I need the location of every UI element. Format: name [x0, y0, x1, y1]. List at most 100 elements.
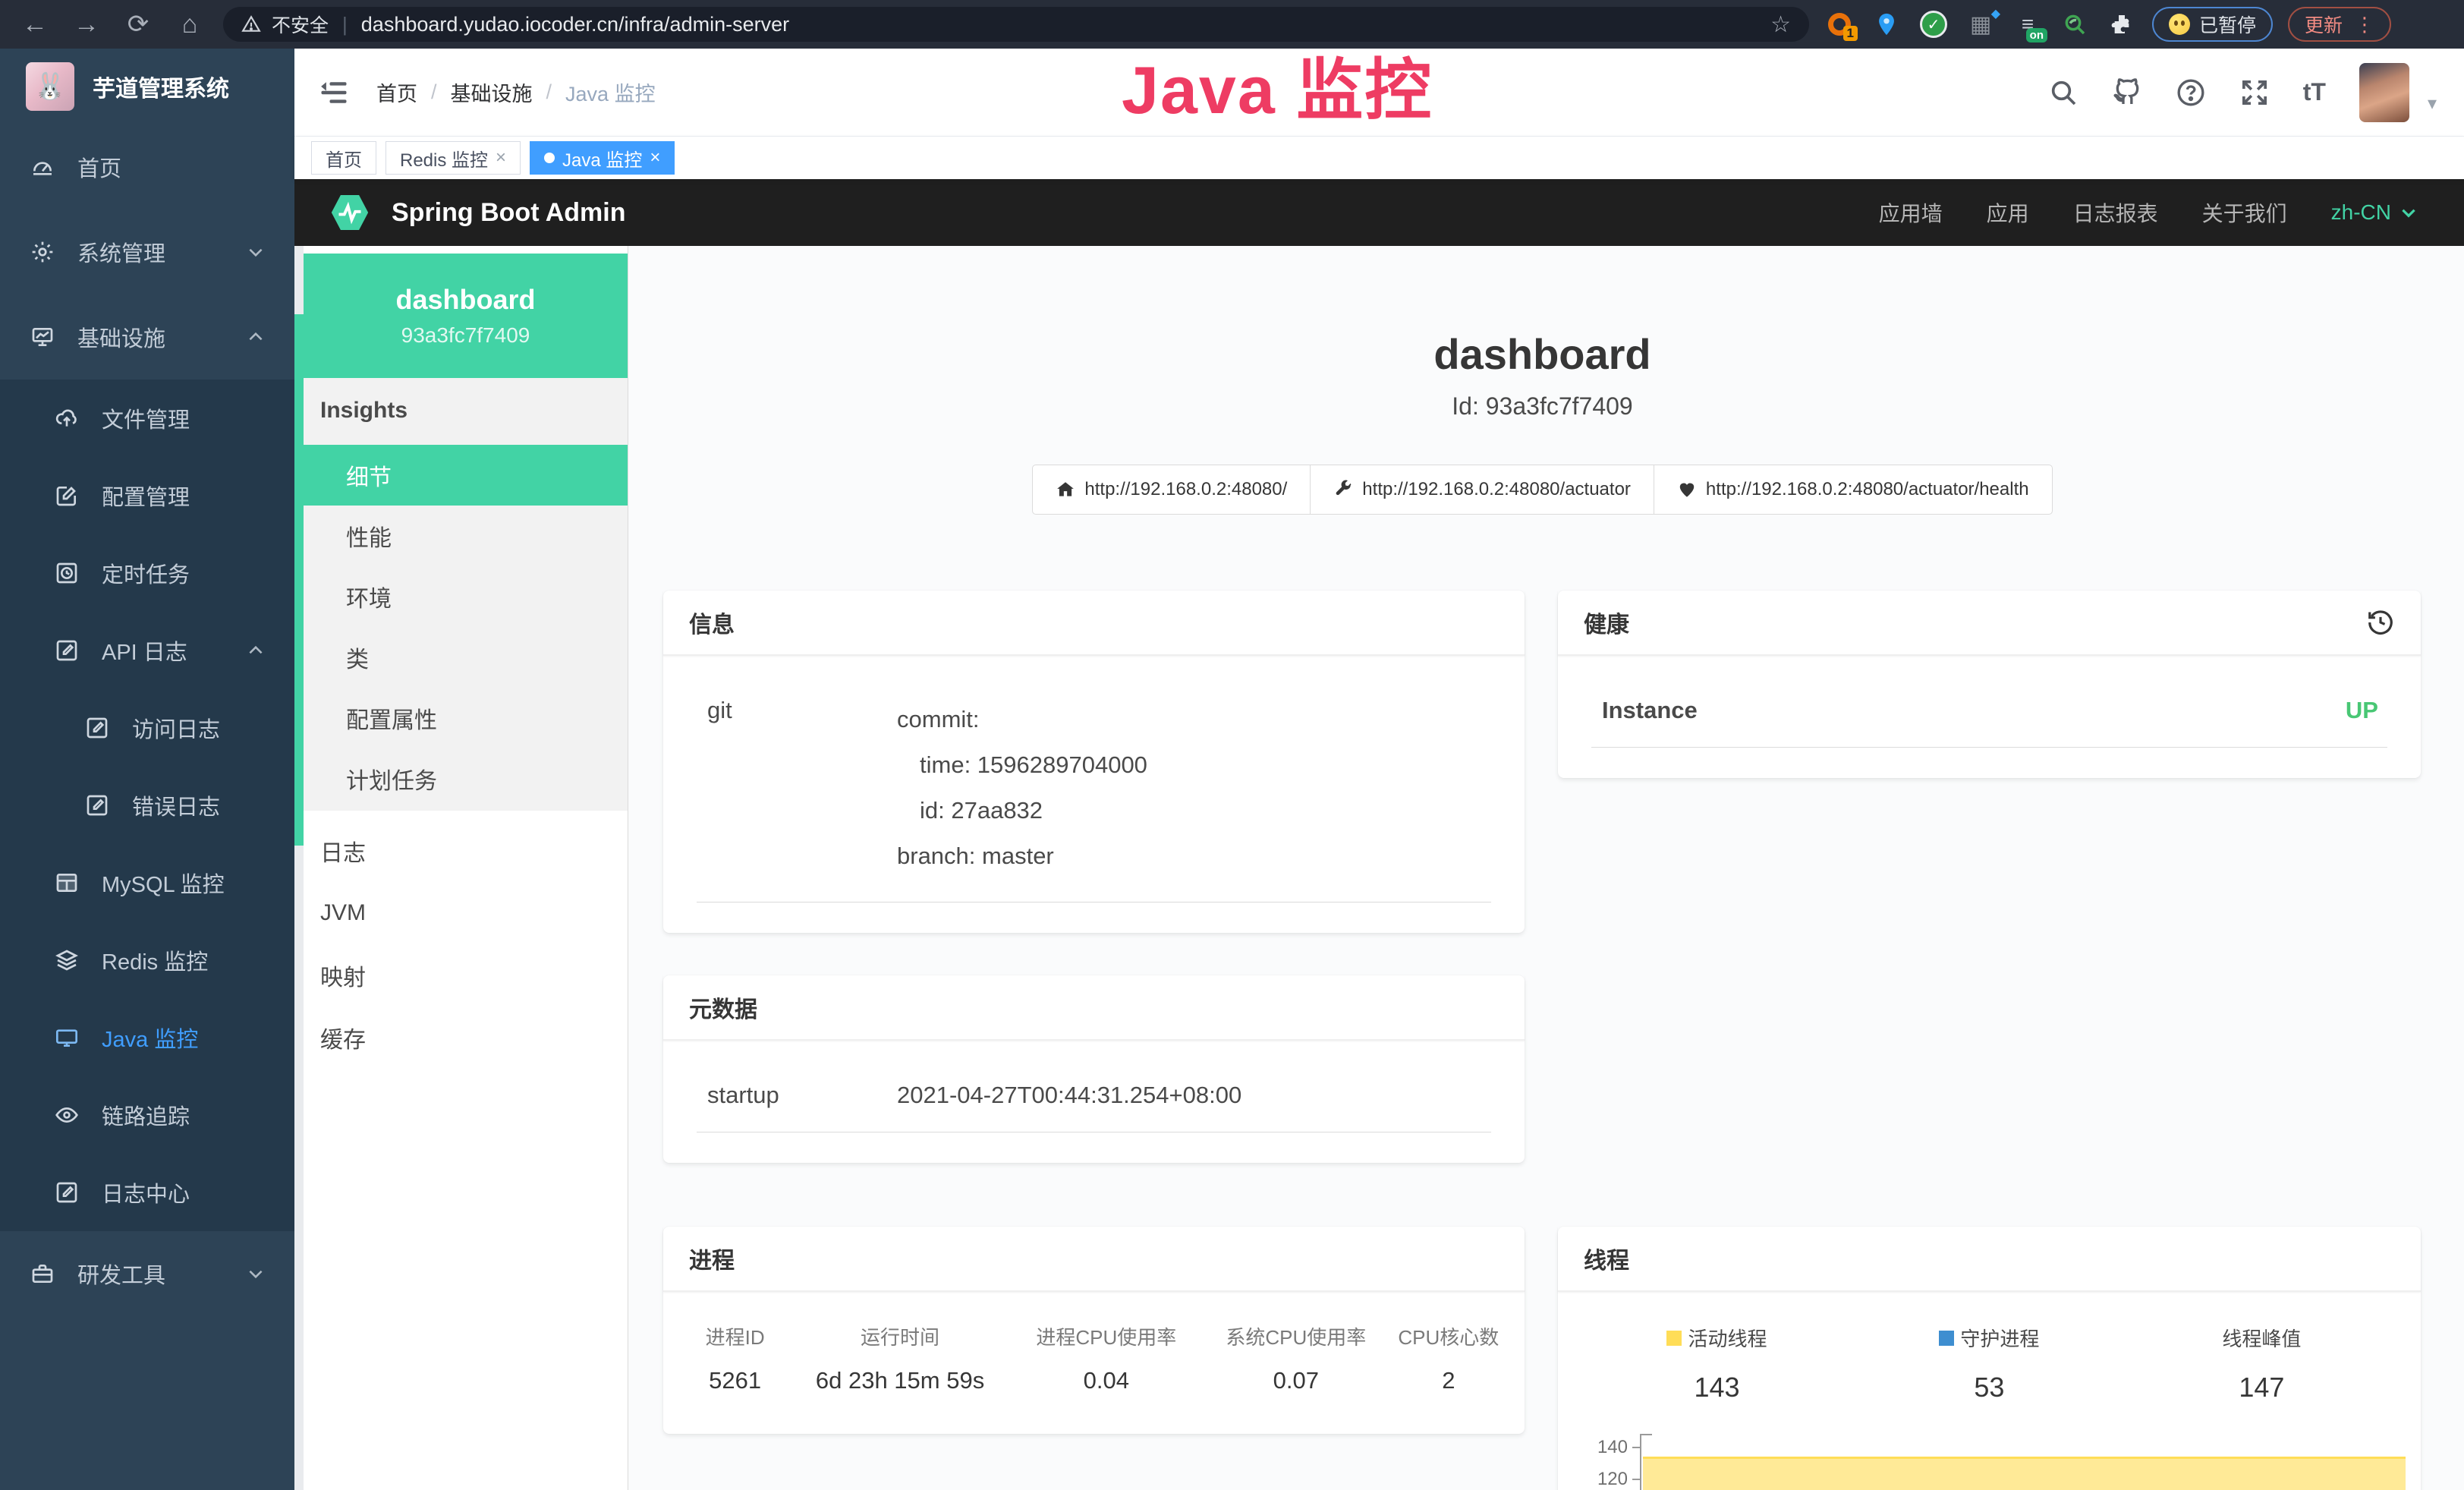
update-button[interactable]: 更新 ⋮ — [2288, 7, 2391, 42]
status-badge: UP — [2346, 697, 2378, 724]
paused-badge[interactable]: 已暂停 — [2152, 7, 2273, 42]
help-question-icon[interactable] — [2176, 77, 2206, 108]
extensions-area: 1 ✓ ▦ ◆ ≡ on — [1824, 9, 2137, 39]
breadcrumb-infra[interactable]: 基础设施 — [451, 77, 533, 107]
metadata-card-body: startup 2021-04-27T00:44:31.254+08:00 — [663, 1041, 1525, 1163]
endpoint-health-button[interactable]: http://192.168.0.2:48080/actuator/health — [1654, 465, 2053, 515]
sba-nav-journal[interactable]: 日志报表 — [2073, 197, 2158, 228]
instance-id: 93a3fc7f7409 — [401, 323, 530, 348]
sidebar-item-java-monitor[interactable]: Java 监控 — [0, 999, 294, 1076]
sba-brand-title[interactable]: Spring Boot Admin — [392, 198, 625, 228]
on-badge: on — [2026, 28, 2047, 43]
sba-logo-icon[interactable] — [328, 191, 372, 235]
sba-nav-applications[interactable]: 应用 — [1987, 197, 2029, 228]
collapse-sidebar-icon[interactable] — [317, 76, 351, 109]
stat-label: 线程峰值 — [2222, 1324, 2301, 1352]
sidebar-item-mysql-monitor[interactable]: MySQL 监控 — [0, 844, 294, 921]
fullscreen-icon[interactable] — [2239, 77, 2270, 108]
sidebar-item-redis-monitor[interactable]: Redis 监控 — [0, 921, 294, 999]
emoji-face-icon — [2169, 14, 2190, 35]
browser-forward-icon[interactable]: → — [68, 6, 105, 43]
sidebar-item-log-center[interactable]: 日志中心 — [0, 1154, 294, 1231]
sidebar-item-system[interactable]: 系统管理 — [0, 209, 294, 295]
menu-item-details[interactable]: 细节 — [304, 445, 628, 506]
font-size-icon[interactable]: tT — [2303, 78, 2326, 106]
sidebar-item-error-log[interactable]: 错误日志 — [0, 767, 294, 844]
bookmark-star-icon[interactable]: ☆ — [1770, 11, 1791, 38]
location-pin-icon[interactable] — [1871, 9, 1902, 39]
card-title: 信息 — [689, 606, 735, 639]
legend-blue-icon — [1939, 1331, 1954, 1346]
grid-extension-icon[interactable]: ▦ ◆ — [1965, 9, 1996, 39]
security-label[interactable]: 不安全 — [272, 11, 329, 38]
menu-item-logfile[interactable]: 日志 — [304, 820, 628, 882]
app-logo-row[interactable]: 🐰 芋道管理系统 — [0, 49, 294, 124]
browser-home-icon[interactable]: ⌂ — [172, 6, 208, 43]
avatar[interactable] — [2359, 63, 2409, 122]
sidebar-item-label: API 日志 — [102, 635, 187, 666]
menu-item-scheduled-tasks[interactable]: 计划任务 — [304, 748, 628, 809]
menu-item-metrics[interactable]: 性能 — [304, 506, 628, 566]
check-glyph-icon: ✓ — [1920, 11, 1947, 38]
avatar-caret-icon[interactable]: ▾ — [2428, 93, 2437, 115]
address-divider: | — [342, 13, 348, 36]
tab-home[interactable]: 首页 — [311, 141, 376, 175]
sidebar-item-file-manage[interactable]: 文件管理 — [0, 380, 294, 457]
menu-item-config-props[interactable]: 配置属性 — [304, 688, 628, 748]
extensions-puzzle-icon[interactable] — [2107, 9, 2137, 39]
green-check-extension-icon[interactable]: ✓ — [1918, 9, 1949, 39]
tab-redis-monitor[interactable]: Redis 监控 × — [385, 141, 521, 175]
endpoint-home-button[interactable]: http://192.168.0.2:48080/ — [1032, 465, 1311, 515]
sidebar-item-config-manage[interactable]: 配置管理 — [0, 457, 294, 534]
tab-java-monitor[interactable]: Java 监控 × — [530, 141, 675, 175]
sidebar-item-cron-job[interactable]: 定时任务 — [0, 534, 294, 612]
info-key: git — [707, 697, 897, 879]
menu-item-classes[interactable]: 类 — [304, 627, 628, 688]
metadata-key: startup — [707, 1082, 897, 1109]
endpoint-url: http://192.168.0.2:48080/actuator/health — [1706, 479, 2029, 500]
browser-back-icon[interactable]: ← — [17, 6, 53, 43]
card-title: 元数据 — [689, 991, 757, 1024]
green-magnifier-extension-icon[interactable] — [2060, 9, 2090, 39]
tab-list-extension-icon[interactable]: ≡ on — [2012, 9, 2043, 39]
endpoint-actuator-button[interactable]: http://192.168.0.2:48080/actuator — [1310, 465, 1654, 515]
extension-orange-icon[interactable]: 1 — [1824, 9, 1855, 39]
sidebar-item-access-log[interactable]: 访问日志 — [0, 689, 294, 767]
edit-square-icon — [55, 638, 79, 663]
stat-peak-threads: 线程峰值 147 — [2126, 1324, 2398, 1403]
browser-menu-icon[interactable]: ⋮ — [2355, 13, 2374, 36]
sidebar-item-home[interactable]: 首页 — [0, 124, 294, 209]
url-text[interactable]: dashboard.yudao.iocoder.cn/infra/admin-s… — [361, 13, 1760, 36]
close-icon[interactable]: × — [650, 147, 660, 169]
stat-live-threads: 活动线程 143 — [1581, 1324, 1853, 1403]
health-instance-row[interactable]: Instance UP — [1591, 686, 2387, 748]
github-icon[interactable] — [2112, 77, 2142, 108]
sidebar-item-api-log[interactable]: API 日志 — [0, 612, 294, 689]
sba-nav-wallboard[interactable]: 应用墙 — [1879, 197, 1943, 228]
wrench-icon — [1333, 480, 1353, 499]
menu-item-mappings[interactable]: 映射 — [304, 944, 628, 1006]
breadcrumb-home[interactable]: 首页 — [376, 77, 417, 107]
menu-item-caches[interactable]: 缓存 — [304, 1006, 628, 1069]
sidebar-scrollbar-thumb[interactable] — [294, 314, 304, 846]
cell-uptime: 6d 23h 15m 59s — [788, 1367, 1011, 1394]
pin-glyph-icon — [1874, 11, 1899, 37]
sidebar-item-dev-tools[interactable]: 研发工具 — [0, 1231, 294, 1316]
sidebar-item-infra[interactable]: 基础设施 — [0, 295, 294, 380]
cloud-upload-icon — [55, 406, 79, 430]
layers-icon — [55, 948, 79, 972]
instance-header[interactable]: dashboard 93a3fc7f7409 — [304, 254, 628, 378]
sidebar-item-trace[interactable]: 链路追踪 — [0, 1076, 294, 1154]
sidebar-item-label: 文件管理 — [102, 402, 190, 434]
history-icon[interactable] — [2366, 608, 2395, 637]
close-icon[interactable]: × — [496, 147, 506, 169]
menu-item-environment[interactable]: 环境 — [304, 566, 628, 627]
menu-item-jvm[interactable]: JVM — [304, 882, 628, 944]
address-bar[interactable]: 不安全 | dashboard.yudao.iocoder.cn/infra/a… — [223, 7, 1809, 42]
gear-icon — [30, 240, 55, 264]
locale-select[interactable]: zh-CN — [2331, 200, 2418, 225]
search-icon[interactable] — [2048, 77, 2079, 108]
browser-reload-icon[interactable]: ⟳ — [120, 6, 156, 43]
sba-nav-about[interactable]: 关于我们 — [2202, 197, 2287, 228]
insights-section-label: Insights — [304, 378, 628, 445]
